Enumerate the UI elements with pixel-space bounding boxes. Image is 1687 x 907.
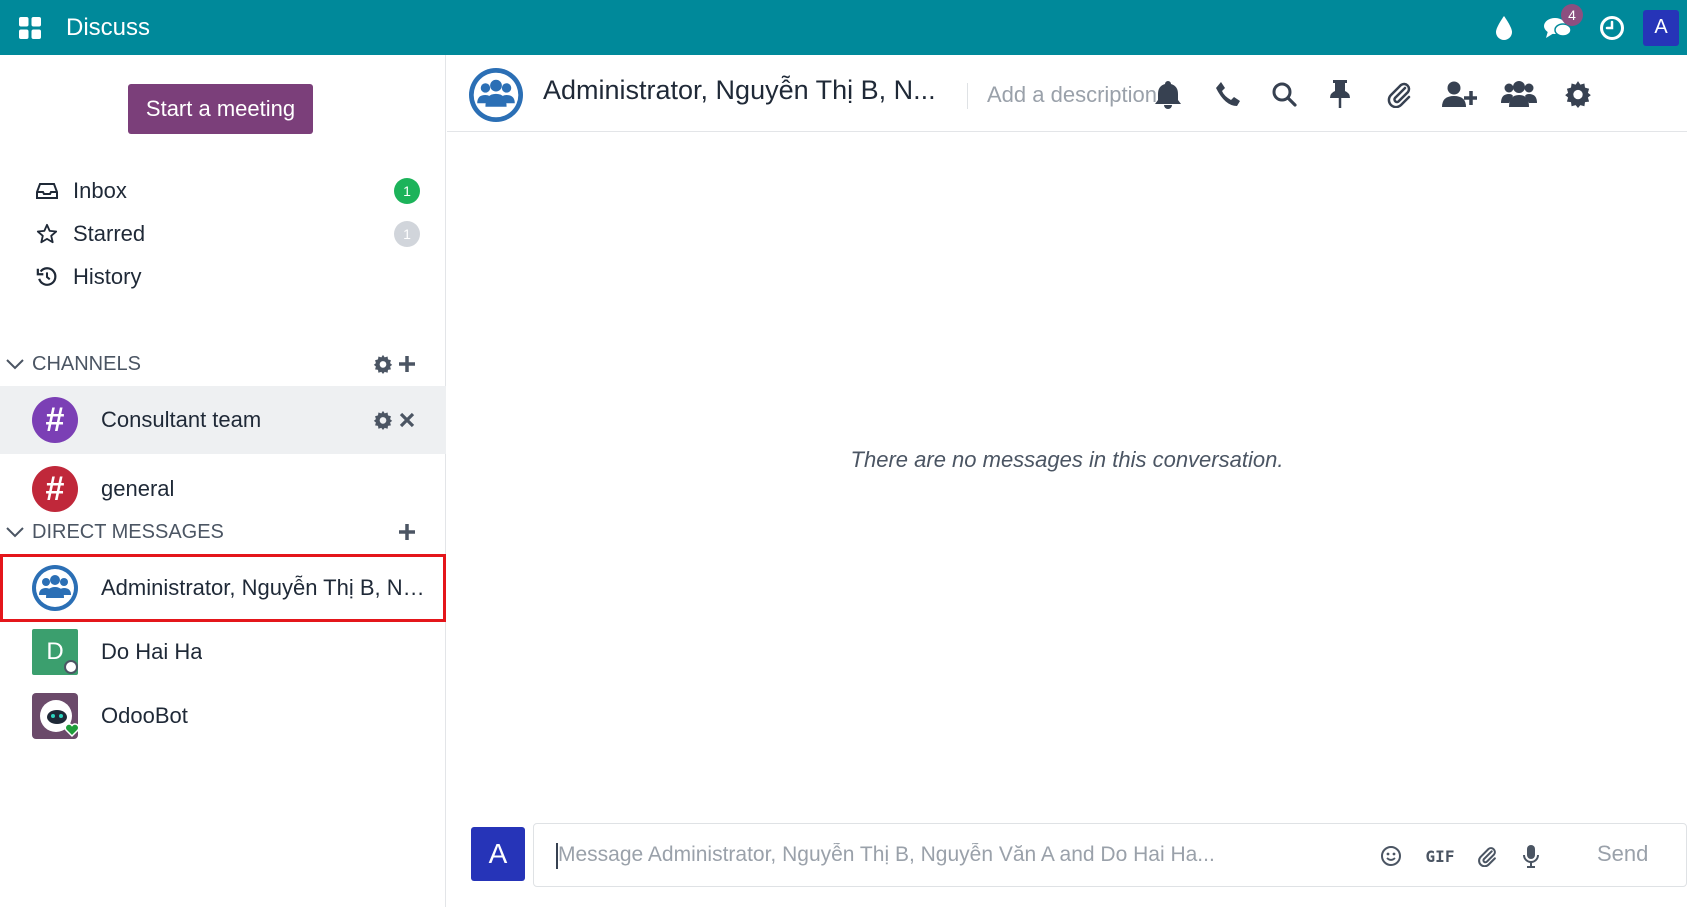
paperclip-icon[interactable]	[1472, 841, 1502, 871]
thread-header: Administrator, Nguyễn Thị B, N... Add a …	[447, 55, 1687, 132]
sidebar-item-label: Inbox	[73, 178, 127, 203]
chat-name: Administrator, Nguyễn Thị B, Ng...	[101, 575, 431, 600]
category-direct-label[interactable]: DIRECT MESSAGES	[32, 521, 224, 544]
sidebar-item-label: History	[73, 264, 142, 289]
gear-icon[interactable]	[372, 353, 394, 375]
header-divider	[967, 83, 968, 109]
paperclip-icon[interactable]	[1380, 75, 1418, 113]
star-icon	[34, 221, 60, 247]
composer-avatar: A	[471, 827, 525, 881]
gif-button[interactable]: GIF	[1422, 841, 1458, 871]
category-direct-messages: DIRECT MESSAGES	[0, 511, 446, 553]
sidebar-item-starred[interactable]: Starred 1	[0, 212, 446, 256]
category-channels: CHANNELS	[0, 343, 446, 385]
inbox-counter: 1	[394, 178, 420, 204]
send-button[interactable]: Send	[1597, 841, 1648, 867]
empty-conversation-message: There are no messages in this conversati…	[850, 447, 1284, 472]
channel-item-consultant-team[interactable]: # Consultant team	[0, 386, 446, 454]
chevron-down-icon[interactable]	[4, 521, 26, 543]
chevron-down-icon[interactable]	[4, 353, 26, 375]
thread-title[interactable]: Administrator, Nguyễn Thị B, N...	[543, 75, 943, 106]
chat-item-odoobot[interactable]: OdooBot	[0, 682, 446, 750]
channel-settings-icon[interactable]	[372, 409, 394, 431]
group-avatar-icon	[469, 68, 523, 122]
gear-icon[interactable]	[1559, 75, 1597, 113]
start-meeting-button[interactable]: Start a meeting	[128, 84, 313, 134]
bell-icon[interactable]	[1149, 75, 1187, 113]
chat-name: Do Hai Ha	[101, 639, 203, 664]
emoji-icon[interactable]	[1376, 841, 1406, 871]
chat-item-group[interactable]: Administrator, Nguyễn Thị B, Ng...	[0, 554, 446, 622]
message-composer: GIF Send	[533, 823, 1687, 887]
starred-counter: 1	[394, 221, 420, 247]
group-avatar-icon	[32, 565, 78, 611]
history-icon	[34, 264, 60, 290]
channel-name: general	[101, 476, 175, 501]
thread-view: Administrator, Nguyễn Thị B, N... Add a …	[447, 55, 1687, 907]
apps-menu-icon[interactable]	[15, 13, 45, 43]
offline-status-icon	[64, 660, 78, 674]
chat-messages-icon[interactable]: 4	[1531, 0, 1585, 55]
discuss-sidebar: Start a meeting Inbox 1 Starred 1 Histor…	[0, 55, 446, 907]
phone-icon[interactable]	[1209, 75, 1247, 113]
category-channels-label[interactable]: CHANNELS	[32, 353, 141, 376]
close-icon[interactable]	[396, 409, 418, 431]
sidebar-item-history[interactable]: History	[0, 255, 446, 299]
user-avatar[interactable]: A	[1643, 9, 1679, 46]
microphone-icon[interactable]	[1516, 841, 1546, 871]
message-input[interactable]	[558, 834, 1298, 876]
channel-name: Consultant team	[101, 407, 262, 432]
thread-description-input[interactable]: Add a description	[987, 82, 1157, 108]
search-icon[interactable]	[1265, 75, 1303, 113]
inbox-icon	[34, 178, 60, 204]
top-navbar: Discuss 4 A	[0, 0, 1687, 55]
sidebar-item-inbox[interactable]: Inbox 1	[0, 169, 446, 213]
hash-icon: #	[32, 397, 78, 443]
online-heart-icon	[64, 722, 80, 738]
chat-badge: 4	[1561, 4, 1583, 26]
chat-name: OdooBot	[101, 703, 188, 728]
app-title[interactable]: Discuss	[66, 14, 150, 42]
plus-icon[interactable]	[396, 521, 418, 543]
plus-icon[interactable]	[396, 353, 418, 375]
pin-icon[interactable]	[1321, 75, 1359, 113]
sidebar-item-label: Starred	[73, 221, 146, 246]
add-user-icon[interactable]	[1437, 75, 1481, 113]
chat-item-do-hai-ha[interactable]: D Do Hai Ha	[0, 618, 446, 686]
clock-icon[interactable]	[1585, 0, 1639, 55]
hash-icon: #	[32, 466, 78, 512]
members-icon[interactable]	[1497, 75, 1541, 113]
droplet-icon[interactable]	[1477, 0, 1531, 55]
